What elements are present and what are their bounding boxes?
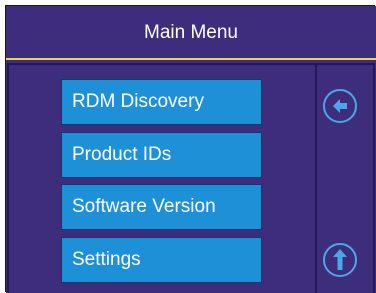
product-ids-button[interactable]: Product IDs	[61, 132, 262, 178]
return-icon	[323, 89, 357, 123]
software-version-label: Software Version	[72, 196, 216, 217]
return-button[interactable]	[322, 88, 358, 124]
scroll-up-button[interactable]	[322, 242, 358, 278]
software-version-button[interactable]: Software Version	[61, 184, 262, 230]
settings-label: Settings	[72, 249, 141, 270]
header-bar: Main Menu	[6, 6, 376, 60]
arrow-up-icon	[323, 243, 357, 277]
rdm-discovery-label: RDM Discovery	[72, 91, 204, 112]
settings-button[interactable]: Settings	[61, 237, 262, 283]
page-title: Main Menu	[144, 22, 238, 43]
product-ids-label: Product IDs	[72, 144, 172, 165]
rdm-discovery-button[interactable]: RDM Discovery	[61, 79, 262, 125]
